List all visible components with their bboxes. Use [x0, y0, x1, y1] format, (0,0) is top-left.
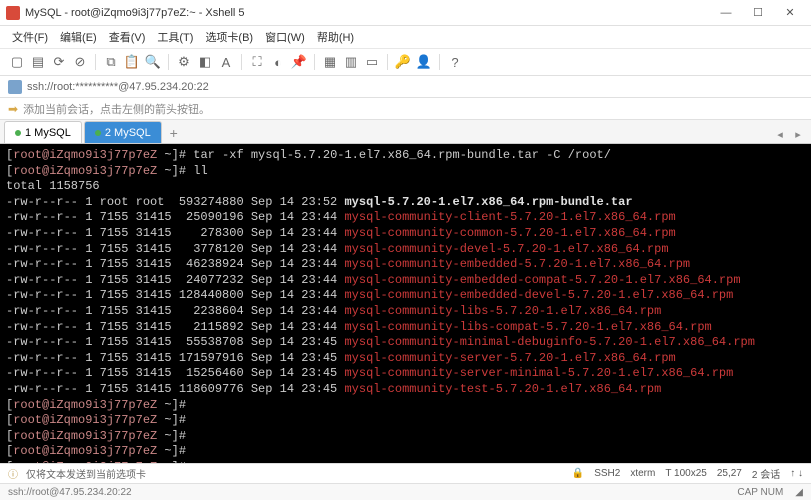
titlebar: MySQL - root@iZqmo9i3j77p7eZ:~ - Xshell … — [0, 0, 811, 26]
key-icon[interactable]: 🔑 — [394, 53, 412, 71]
menu-window[interactable]: 窗口(W) — [259, 27, 311, 47]
fullscreen-icon[interactable]: ⛶ — [248, 53, 266, 71]
user-icon[interactable]: 👤 — [415, 53, 433, 71]
terminal-statusbar: ⓘ 仅将文本发送到当前选项卡 🔒 SSH2 xterm T 100x25 25,… — [0, 463, 811, 483]
font-icon[interactable]: A — [217, 53, 235, 71]
address-text[interactable]: ssh://root:**********@47.95.234.20:22 — [27, 81, 209, 93]
maximize-button[interactable]: ☐ — [743, 3, 773, 23]
menu-view[interactable]: 查看(V) — [103, 27, 152, 47]
terminal-line: -rw-r--r-- 1 7155 31415 171597916 Sep 14… — [6, 351, 805, 367]
menu-help[interactable]: 帮助(H) — [311, 27, 360, 47]
status-hint: 仅将文本发送到当前选项卡 — [26, 466, 146, 481]
protocol-icon — [8, 80, 22, 94]
terminal-line: -rw-r--r-- 1 7155 31415 15256460 Sep 14 … — [6, 366, 805, 382]
window-controls: — ☐ ✕ — [711, 3, 805, 23]
ontop-icon[interactable]: 📌 — [290, 53, 308, 71]
status-pos: 25,27 — [717, 468, 742, 479]
terminal-line: -rw-r--r-- 1 root root 593274880 Sep 14 … — [6, 195, 805, 211]
lock-icon: 🔒 — [572, 468, 584, 479]
tab-label: 2 MySQL — [105, 127, 151, 139]
status-size: T 100x25 — [665, 468, 707, 479]
terminal-line: -rw-r--r-- 1 7155 31415 24077232 Sep 14 … — [6, 273, 805, 289]
arrow-icon[interactable]: ➡ — [8, 102, 18, 116]
toolbar-separator — [95, 54, 96, 70]
terminal-line: -rw-r--r-- 1 7155 31415 2238604 Sep 14 2… — [6, 304, 805, 320]
toolbar-separator — [387, 54, 388, 70]
help-icon[interactable]: ? — [446, 53, 464, 71]
terminal-line: [root@iZqmo9i3j77p7eZ ~]# — [6, 413, 805, 429]
toolbar-separator — [241, 54, 242, 70]
status-sess: 2 会话 — [752, 466, 780, 481]
tab-label: 1 MySQL — [25, 127, 71, 139]
terminal-line: -rw-r--r-- 1 7155 31415 128440800 Sep 14… — [6, 288, 805, 304]
close-button[interactable]: ✕ — [775, 3, 805, 23]
color-icon[interactable]: ◧ — [196, 53, 214, 71]
status-conn: ↑ ↓ — [790, 468, 803, 479]
terminal-line: total 1158756 — [6, 179, 805, 195]
terminal-line: -rw-r--r-- 1 7155 31415 3778120 Sep 14 2… — [6, 242, 805, 258]
terminal-line: -rw-r--r-- 1 7155 31415 278300 Sep 14 23… — [6, 226, 805, 242]
hint-bar: ➡ 添加当前会话，点击左侧的箭头按钮。 — [0, 98, 811, 120]
info-icon: ⓘ — [8, 466, 18, 481]
open-icon[interactable]: ▤ — [29, 53, 47, 71]
terminal-line: -rw-r--r-- 1 7155 31415 46238924 Sep 14 … — [6, 257, 805, 273]
terminal-line: -rw-r--r-- 1 7155 31415 55538708 Sep 14 … — [6, 335, 805, 351]
new-session-icon[interactable]: ▢ — [8, 53, 26, 71]
reconnect-icon[interactable]: ⟳ — [50, 53, 68, 71]
tab-next-icon[interactable]: ▸ — [789, 125, 807, 143]
terminal-line: [root@iZqmo9i3j77p7eZ ~]# — [6, 429, 805, 445]
tile-icon[interactable]: ▦ — [321, 53, 339, 71]
terminal-line: [root@iZqmo9i3j77p7eZ ~]# — [6, 444, 805, 460]
terminal-line: -rw-r--r-- 1 7155 31415 118609776 Sep 14… — [6, 382, 805, 398]
transparent-icon[interactable]: ◐ — [269, 53, 287, 71]
session-tabs: 1 MySQL 2 MySQL + ◂ ▸ — [0, 120, 811, 144]
copy-icon[interactable]: ⧉ — [102, 53, 120, 71]
menu-file[interactable]: 文件(F) — [6, 27, 54, 47]
footer-cap: CAP NUM — [737, 487, 783, 498]
status-ssh: SSH2 — [594, 468, 620, 479]
footer-conn: ssh://root@47.95.234.20:22 — [8, 487, 132, 498]
toolbar-separator — [314, 54, 315, 70]
paste-icon[interactable]: 📋 — [123, 53, 141, 71]
disconnect-icon[interactable]: ⊘ — [71, 53, 89, 71]
status-dot-icon — [95, 130, 101, 136]
cascade-icon[interactable]: ▥ — [342, 53, 360, 71]
menu-edit[interactable]: 编辑(E) — [54, 27, 103, 47]
tab-2[interactable]: 2 MySQL — [84, 121, 162, 143]
address-bar: ssh://root:**********@47.95.234.20:22 — [0, 76, 811, 98]
search-icon[interactable]: 🔍 — [144, 53, 162, 71]
props-icon[interactable]: ⚙ — [175, 53, 193, 71]
menu-tabs[interactable]: 选项卡(B) — [199, 27, 259, 47]
window-title: MySQL - root@iZqmo9i3j77p7eZ:~ - Xshell … — [25, 7, 711, 19]
menubar: 文件(F) 编辑(E) 查看(V) 工具(T) 选项卡(B) 窗口(W) 帮助(… — [0, 26, 811, 48]
app-icon — [6, 6, 20, 20]
add-tab-button[interactable]: + — [164, 123, 184, 143]
terminal-pane[interactable]: [root@iZqmo9i3j77p7eZ ~]# tar -xf mysql-… — [0, 144, 811, 463]
terminal-line: -rw-r--r-- 1 7155 31415 2115892 Sep 14 2… — [6, 320, 805, 336]
status-dot-icon — [15, 130, 21, 136]
toolbar: ▢ ▤ ⟳ ⊘ ⧉ 📋 🔍 ⚙ ◧ A ⛶ ◐ 📌 ▦ ▥ ▭ 🔑 👤 ? — [0, 48, 811, 76]
hint-text: 添加当前会话，点击左侧的箭头按钮。 — [23, 101, 210, 117]
app-footer: ssh://root@47.95.234.20:22 CAP NUM ◢ — [0, 483, 811, 500]
resize-grip-icon[interactable]: ◢ — [795, 487, 803, 498]
tab-prev-icon[interactable]: ◂ — [771, 125, 789, 143]
terminal-line: [root@iZqmo9i3j77p7eZ ~]# ll — [6, 164, 805, 180]
terminal-line: [root@iZqmo9i3j77p7eZ ~]# — [6, 398, 805, 414]
terminal-line: [root@iZqmo9i3j77p7eZ ~]# tar -xf mysql-… — [6, 148, 805, 164]
status-term: xterm — [630, 468, 655, 479]
tab-1[interactable]: 1 MySQL — [4, 121, 82, 143]
minimize-button[interactable]: — — [711, 3, 741, 23]
menu-tools[interactable]: 工具(T) — [151, 27, 199, 47]
terminal-line: -rw-r--r-- 1 7155 31415 25090196 Sep 14 … — [6, 210, 805, 226]
toolbar-separator — [439, 54, 440, 70]
toolbar-separator — [168, 54, 169, 70]
tab-icon[interactable]: ▭ — [363, 53, 381, 71]
